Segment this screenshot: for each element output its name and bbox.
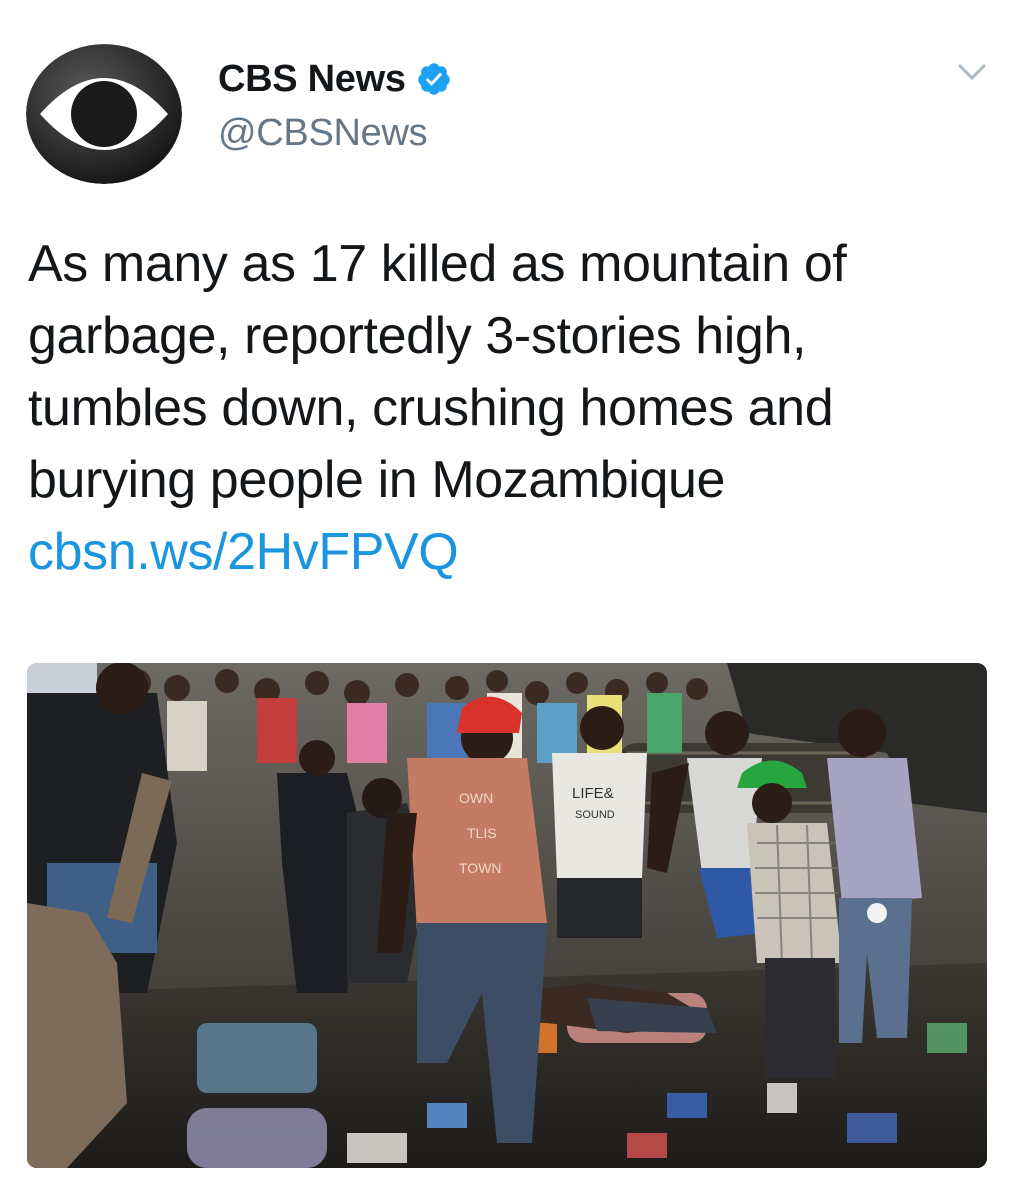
- tweet-body: As many as 17 killed as mountain of garb…: [28, 235, 847, 509]
- chevron-down-icon[interactable]: [952, 56, 992, 88]
- tweet-text: As many as 17 killed as mountain of garb…: [28, 228, 998, 588]
- shirt-text: LIFE&: [572, 785, 614, 802]
- shirt-text: SOUND: [575, 809, 615, 821]
- display-name[interactable]: CBS News: [218, 58, 406, 101]
- news-photo-illustration: OWN TLIS TOWN LIFE& SOUND: [27, 663, 987, 1168]
- tweet-card: CBS News @CBSNews As many as 17 killed a…: [0, 0, 1020, 1200]
- handle[interactable]: @CBSNews: [218, 112, 452, 155]
- shirt-text: TLIS: [467, 825, 497, 841]
- shirt-text: OWN: [459, 790, 493, 806]
- verified-badge-icon: [416, 61, 452, 97]
- shirt-text: TOWN: [459, 860, 502, 876]
- name-row: CBS News: [218, 54, 452, 104]
- avatar[interactable]: [26, 44, 182, 184]
- author-block: CBS News @CBSNews: [218, 54, 452, 155]
- tweet-link[interactable]: cbsn.ws/2HvFPVQ: [28, 523, 459, 581]
- cbs-eye-logo-icon: [26, 44, 182, 184]
- tweet-photo[interactable]: OWN TLIS TOWN LIFE& SOUND: [27, 663, 987, 1168]
